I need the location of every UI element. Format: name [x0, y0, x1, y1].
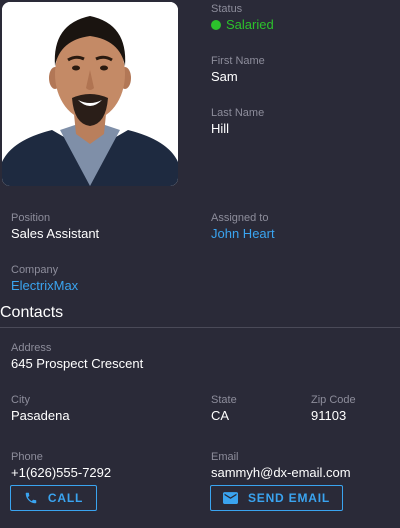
zip-code-value: 91103: [311, 408, 347, 423]
status-field: Status Salaried: [211, 3, 274, 33]
zip-code-label: Zip Code: [311, 394, 356, 406]
address-value: 645 Prospect Crescent: [11, 356, 144, 371]
state-label: State: [211, 394, 237, 406]
phone-field: Phone +1(626)555-7292: [11, 451, 111, 481]
city-field: City Pasadena: [11, 394, 70, 424]
employee-photo: [2, 2, 178, 186]
zip-code-field: Zip Code 91103: [311, 394, 356, 424]
position-label: Position: [11, 212, 51, 224]
address-label: Address: [11, 342, 52, 354]
assigned-to-link[interactable]: John Heart: [211, 226, 275, 242]
first-name-label: First Name: [211, 55, 265, 67]
company-link[interactable]: ElectrixMax: [11, 278, 78, 294]
state-value: CA: [211, 408, 230, 423]
address-field: Address 645 Prospect Crescent: [11, 342, 143, 372]
envelope-icon: [222, 492, 238, 504]
phone-value: +1(626)555-7292: [11, 465, 112, 480]
position-value: Sales Assistant: [11, 226, 100, 241]
last-name-value: Hill: [211, 121, 230, 136]
contacts-divider: [0, 327, 400, 328]
city-label: City: [11, 394, 30, 406]
call-button[interactable]: CALL: [10, 485, 97, 511]
phone-icon: [24, 491, 38, 505]
status-value: Salaried: [226, 17, 274, 32]
assigned-to-field: Assigned to John Heart: [211, 212, 275, 242]
first-name-field: First Name Sam: [211, 55, 265, 85]
city-value: Pasadena: [11, 408, 70, 423]
call-button-label: CALL: [47, 491, 84, 505]
email-label: Email: [211, 451, 239, 463]
send-email-button[interactable]: SEND EMAIL: [210, 485, 343, 511]
email-field: Email sammyh@dx-email.com: [211, 451, 351, 481]
assigned-to-label: Assigned to: [211, 212, 269, 224]
company-label: Company: [11, 264, 59, 276]
last-name-field: Last Name Hill: [211, 107, 264, 137]
contacts-title: Contacts: [0, 304, 64, 321]
phone-label: Phone: [11, 451, 43, 463]
email-value: sammyh@dx-email.com: [211, 465, 351, 480]
state-field: State CA: [211, 394, 237, 424]
status-dot-icon: [211, 20, 221, 30]
last-name-label: Last Name: [211, 107, 265, 119]
first-name-value: Sam: [211, 69, 238, 84]
position-field: Position Sales Assistant: [11, 212, 99, 242]
send-email-button-label: SEND EMAIL: [247, 491, 330, 505]
company-field: Company ElectrixMax: [11, 264, 78, 294]
status-label: Status: [211, 3, 243, 15]
